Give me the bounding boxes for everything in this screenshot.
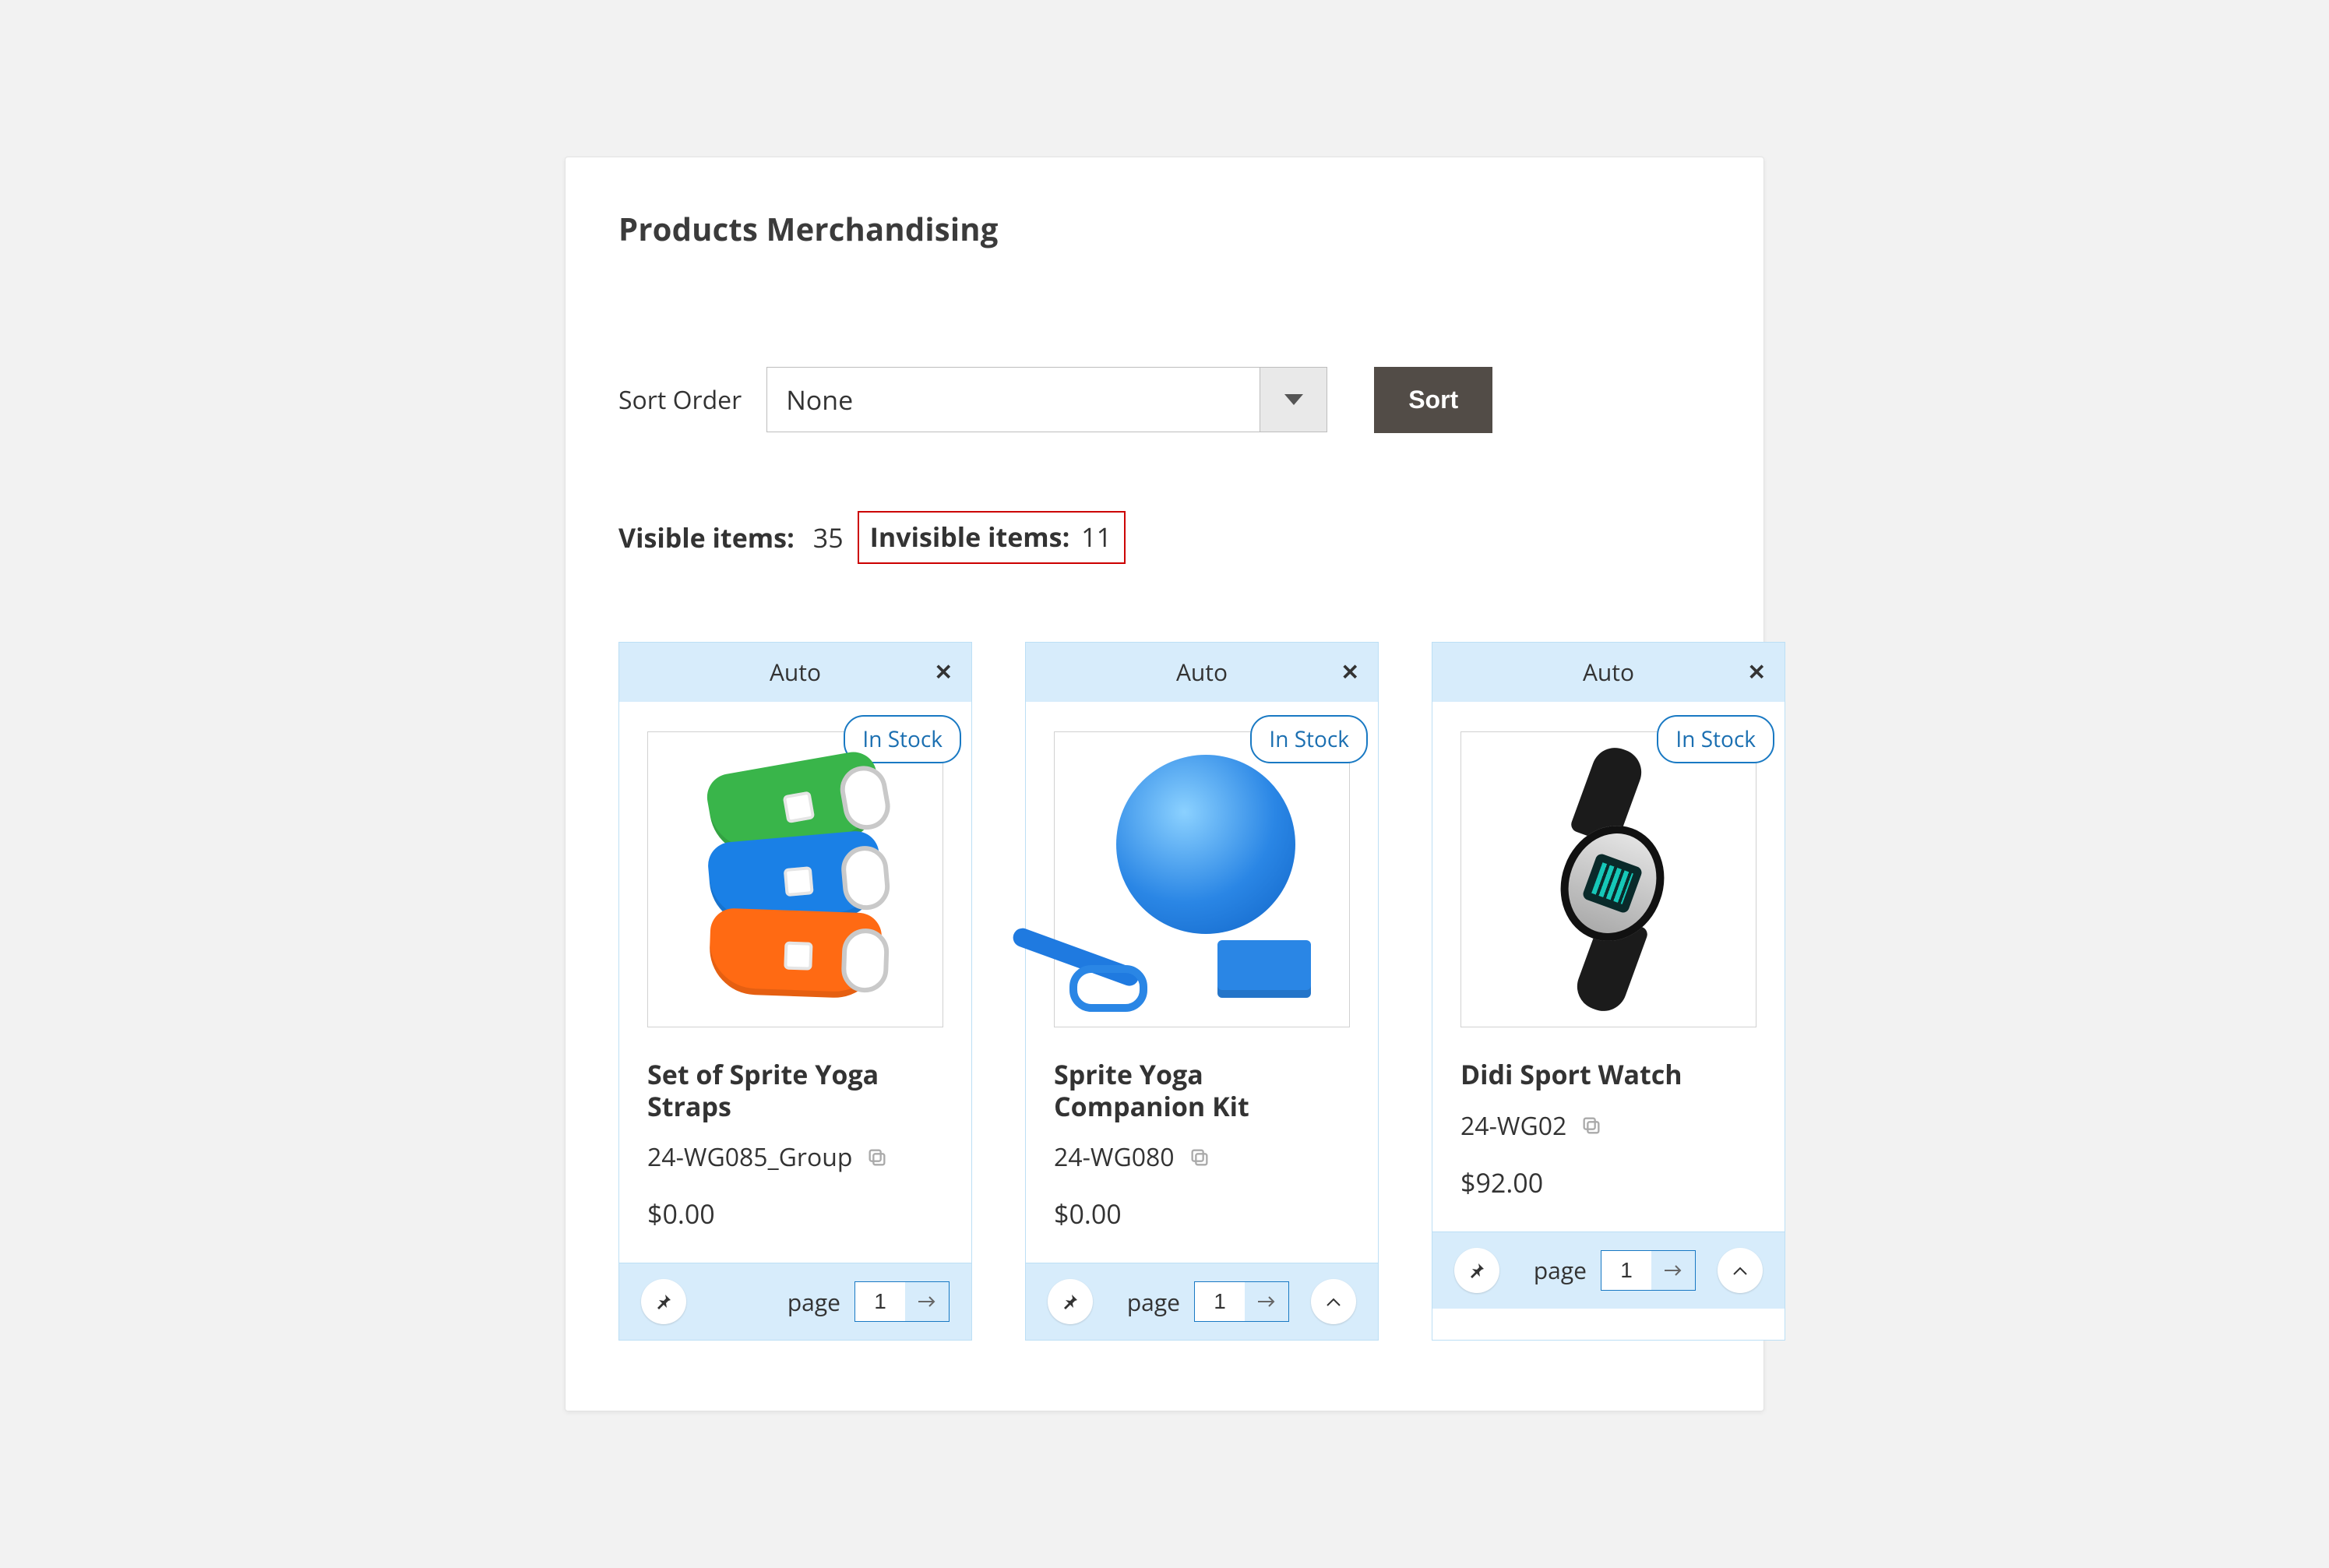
card-body: In Stock Sprite Yoga Companion Kit 24-WG… (1026, 702, 1378, 1263)
page-input-group (854, 1281, 950, 1322)
page-input-group (1194, 1281, 1289, 1322)
close-icon[interactable]: ✕ (935, 659, 953, 685)
sort-order-value: None (767, 368, 1260, 432)
product-price: $0.00 (647, 1196, 943, 1231)
product-sku: 24-WG080 (1054, 1140, 1175, 1174)
product-price: $0.00 (1054, 1196, 1350, 1231)
copy-icon[interactable] (1189, 1147, 1210, 1168)
page-label: page (1127, 1286, 1180, 1318)
sort-order-select[interactable]: None (766, 367, 1327, 432)
invisible-items-value: 11 (1081, 519, 1112, 555)
chevron-up-icon[interactable] (1311, 1279, 1356, 1324)
visible-items-label: Visible items: (618, 520, 795, 555)
close-icon[interactable]: ✕ (1748, 659, 1766, 685)
arrow-right-icon[interactable] (1651, 1251, 1695, 1290)
card-header: Auto ✕ (619, 643, 971, 702)
product-sku-row: 24-WG080 (1054, 1140, 1350, 1174)
product-sku-row: 24-WG02 (1460, 1109, 1756, 1143)
card-footer: page (619, 1263, 971, 1340)
card-footer: page (1432, 1231, 1785, 1309)
close-icon[interactable]: ✕ (1341, 659, 1359, 685)
product-card: Auto ✕ In Stock Sprite Yoga Companion Ki… (1025, 642, 1379, 1341)
arrow-right-icon[interactable] (1245, 1282, 1288, 1321)
product-card: Auto ✕ In Stock Set of Sprite Yoga Strap… (618, 642, 972, 1341)
pin-icon[interactable] (1048, 1279, 1093, 1324)
copy-icon[interactable] (866, 1147, 888, 1168)
page-input-group (1601, 1250, 1696, 1291)
copy-icon[interactable] (1580, 1115, 1602, 1136)
sort-button[interactable]: Sort (1374, 367, 1492, 433)
product-image: In Stock (647, 731, 943, 1027)
page-input[interactable] (855, 1282, 905, 1321)
pin-icon[interactable] (641, 1279, 686, 1324)
visible-items-value: 35 (813, 520, 844, 555)
product-name: Sprite Yoga Companion Kit (1054, 1059, 1350, 1122)
product-cards: Auto ✕ In Stock Set of Sprite Yoga Strap… (618, 642, 1711, 1341)
chevron-down-icon[interactable] (1260, 368, 1327, 432)
invisible-items-highlight: Invisible items: 11 (858, 511, 1126, 564)
product-image: In Stock (1460, 731, 1756, 1027)
product-name: Didi Sport Watch (1460, 1059, 1756, 1091)
card-header: Auto ✕ (1026, 643, 1378, 702)
sort-row: Sort Order None Sort (618, 367, 1711, 433)
arrow-right-icon[interactable] (905, 1282, 949, 1321)
page-controls: page (1534, 1248, 1763, 1293)
merchandising-panel: Products Merchandising Sort Order None S… (565, 157, 1764, 1412)
card-mode: Auto (1583, 656, 1634, 688)
sort-order-label: Sort Order (618, 383, 742, 417)
page-label: page (787, 1286, 840, 1318)
product-price: $92.00 (1460, 1165, 1756, 1200)
page-controls: page (787, 1281, 950, 1322)
item-counts: Visible items: 35 Invisible items: 11 (618, 511, 1711, 564)
page-label: page (1534, 1254, 1587, 1286)
page-input[interactable] (1195, 1282, 1245, 1321)
product-card: Auto ✕ In Stock Didi Sport Watch 24-WG02 (1432, 642, 1785, 1341)
page-input[interactable] (1601, 1251, 1651, 1290)
invisible-items-label: Invisible items: (870, 519, 1070, 555)
product-image: In Stock (1054, 731, 1350, 1027)
product-sku: 24-WG085_Group (647, 1140, 852, 1174)
product-name: Set of Sprite Yoga Straps (647, 1059, 943, 1122)
card-header: Auto ✕ (1432, 643, 1785, 702)
chevron-up-icon[interactable] (1718, 1248, 1763, 1293)
card-mode: Auto (770, 656, 821, 688)
card-body: In Stock Didi Sport Watch 24-WG02 $9 (1432, 702, 1785, 1231)
card-footer: page (1026, 1263, 1378, 1340)
card-body: In Stock Set of Sprite Yoga Straps 24-WG… (619, 702, 971, 1263)
product-sku-row: 24-WG085_Group (647, 1140, 943, 1174)
card-mode: Auto (1176, 656, 1228, 688)
page-controls: page (1127, 1279, 1356, 1324)
pin-icon[interactable] (1454, 1248, 1499, 1293)
product-sku: 24-WG02 (1460, 1109, 1566, 1143)
section-title: Products Merchandising (618, 207, 1711, 250)
